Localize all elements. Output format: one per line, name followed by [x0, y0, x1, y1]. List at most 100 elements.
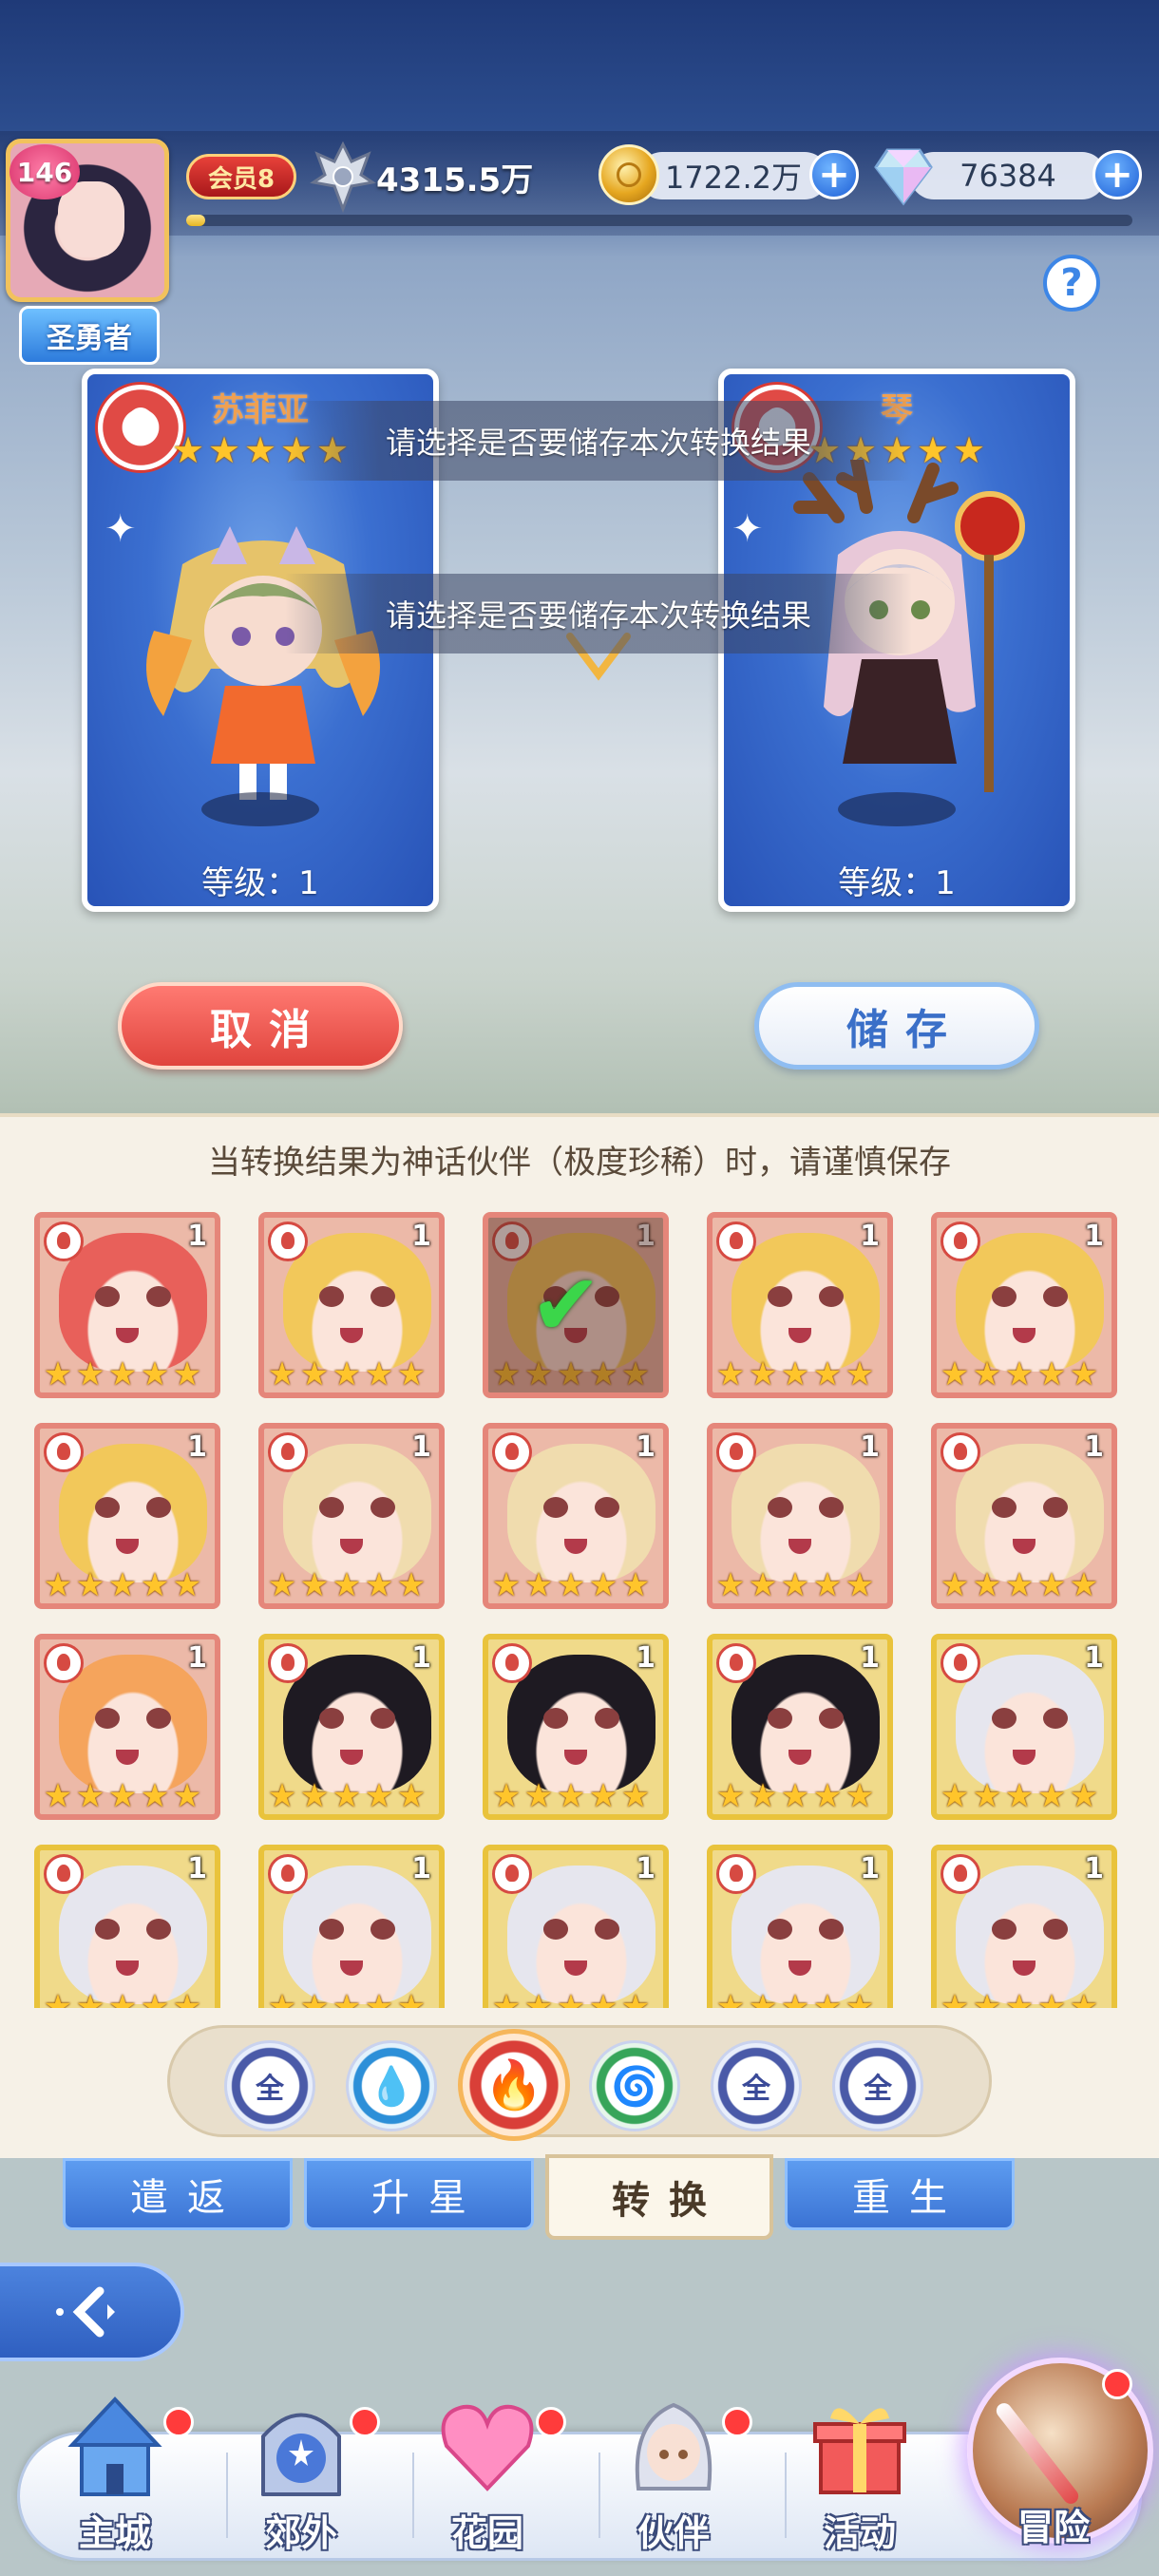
save-button[interactable]: 储存 [754, 982, 1039, 1070]
star-icon: ★ [748, 1566, 778, 1604]
partner-tile[interactable]: 1 ★ ★ ★ ★ ★ [34, 1423, 220, 1609]
partner-tile[interactable]: 1 ★ ★ ★ ★ ★ [34, 1634, 220, 1820]
partner-level: 1 [187, 1430, 207, 1464]
star-icon: ★ [75, 1355, 105, 1393]
partner-stars: ★ ★ ★ ★ ★ [714, 1991, 876, 2008]
vip-badge[interactable]: 会员8 [186, 154, 296, 199]
partner-level: 1 [860, 1641, 880, 1675]
fire-element-icon [44, 1222, 84, 1261]
partner-tile[interactable]: 1 ★ ★ ★ ★ ★ [931, 1212, 1117, 1398]
partner-grid[interactable]: 1 ★ ★ ★ ★ ★ 1 ★ ★ ★ ★ ★ 1 ★ ★ ★ ★ ★ ✔ 1 ★ ★ ★ ★ ★ 1 ★ ★ ★ ★ ★ 1 ★ ★ ★ ★ ★ 1 ★ ★… [19, 1212, 1140, 2008]
star-icon: ★ [107, 1988, 138, 2008]
partner-tile[interactable]: 1 ★ ★ ★ ★ ★ [258, 1212, 445, 1398]
filter-water-button[interactable]: 💧 [346, 2040, 437, 2131]
star-icon: ★ [556, 1355, 586, 1393]
star-icon: ★ [140, 1988, 170, 2008]
partner-portrait [507, 1866, 656, 2004]
nav-label: 郊外 [264, 2512, 337, 2554]
add-gold-button[interactable]: + [809, 150, 859, 199]
fire-element-icon [940, 1432, 980, 1472]
nav-suburbs[interactable]: 郊外 [230, 2394, 380, 2561]
star-icon: ★ [267, 1355, 297, 1393]
star-icon: ★ [171, 429, 205, 471]
star-icon: ★ [75, 1777, 105, 1815]
partner-portrait [732, 1655, 880, 1793]
star-icon: ★ [1004, 1988, 1035, 2008]
partner-tile[interactable]: 1 ★ ★ ★ ★ ★ [34, 1212, 220, 1398]
star-icon: ★ [715, 1777, 746, 1815]
player-level-badge: 146 [10, 144, 80, 199]
star-icon: ★ [243, 429, 277, 471]
nav-partners[interactable]: 伙伴 [602, 2394, 752, 2561]
nav-events[interactable]: 活动 [788, 2394, 931, 2561]
filter-all-button[interactable]: 全 [711, 2040, 802, 2131]
nav-garden[interactable]: 花园 [416, 2394, 566, 2561]
filter-all-button[interactable]: 全 [832, 2040, 923, 2131]
star-icon: ★ [267, 1566, 297, 1604]
star-icon: ★ [556, 1777, 586, 1815]
partner-tile[interactable]: 1 ★ ★ ★ ★ ★ [707, 1423, 893, 1609]
tab-star-up[interactable]: 升星 [304, 2158, 534, 2230]
help-button[interactable]: ? [1043, 255, 1100, 312]
partner-tile[interactable]: 1 ★ ★ ★ ★ ★ [931, 1634, 1117, 1820]
star-icon: ★ [140, 1355, 170, 1393]
star-icon: ★ [812, 1777, 843, 1815]
partner-level: 1 [1084, 1641, 1104, 1675]
star-icon: ★ [1004, 1566, 1035, 1604]
partner-tile[interactable]: 1 ★ ★ ★ ★ ★ [931, 1423, 1117, 1609]
star-icon: ★ [588, 1777, 618, 1815]
add-gems-button[interactable]: + [1092, 150, 1142, 199]
star-icon: ★ [748, 1355, 778, 1393]
star-icon: ★ [620, 1777, 651, 1815]
star-icon: ★ [523, 1355, 554, 1393]
partner-tile[interactable]: 1 ★ ★ ★ ★ ★ [258, 1423, 445, 1609]
filter-fire-button[interactable]: 🔥 [458, 2029, 570, 2141]
partner-tile[interactable]: 1 ★ ★ ★ ★ ★ [707, 1634, 893, 1820]
cancel-button[interactable]: 取消 [118, 982, 403, 1070]
partner-tile[interactable]: 1 ★ ★ ★ ★ ★ [483, 1845, 669, 2008]
partner-tile[interactable]: 1 ★ ★ ★ ★ ★ [34, 1845, 220, 2008]
partner-tile[interactable]: 1 ★ ★ ★ ★ ★ [258, 1634, 445, 1820]
partner-tile[interactable]: 1 ★ ★ ★ ★ ★ [258, 1845, 445, 2008]
partner-level: 1 [411, 1641, 431, 1675]
combat-power-value: 4315.5万 [376, 161, 534, 199]
partner-level: 1 [860, 1852, 880, 1885]
character-shadow [838, 792, 956, 826]
filter-wind-button[interactable]: 🌀 [589, 2040, 680, 2131]
partner-tile[interactable]: 1 ★ ★ ★ ★ ★ [931, 1845, 1117, 2008]
partner-portrait [59, 1655, 207, 1793]
star-icon: ★ [75, 1988, 105, 2008]
star-icon: ★ [588, 1566, 618, 1604]
partner-level: 1 [1084, 1852, 1104, 1885]
nav-label: 冒险 [1016, 2507, 1090, 2548]
tab-dismiss[interactable]: 遣返 [63, 2158, 293, 2230]
partner-level: 1 [1084, 1430, 1104, 1464]
star-icon: ★ [299, 1988, 330, 2008]
partner-stars: ★ ★ ★ ★ ★ [714, 1780, 876, 1812]
partner-stars: ★ ★ ★ ★ ★ [939, 1569, 1100, 1601]
filter-all-button[interactable]: 全 [224, 2040, 315, 2131]
fire-element-icon [44, 1854, 84, 1894]
partner-tile[interactable]: 1 ★ ★ ★ ★ ★ [483, 1634, 669, 1820]
partner-stars: ★ ★ ★ ★ ★ [490, 1358, 652, 1391]
diamond-gem-icon [874, 148, 933, 206]
partner-tile[interactable]: 1 ★ ★ ★ ★ ★ [707, 1212, 893, 1398]
partner-tile[interactable]: 1 ★ ★ ★ ★ ★ [707, 1845, 893, 2008]
star-icon: ★ [107, 1777, 138, 1815]
partner-tile[interactable]: 1 ★ ★ ★ ★ ★ ✔ [483, 1212, 669, 1398]
tab-rebirth[interactable]: 重生 [785, 2158, 1015, 2230]
star-icon: ★ [299, 1355, 330, 1393]
gift-icon [813, 2408, 906, 2494]
star-icon: ★ [780, 1355, 810, 1393]
star-icon: ★ [845, 1355, 875, 1393]
star-icon: ★ [364, 1777, 394, 1815]
partner-stars: ★ ★ ★ ★ ★ [714, 1358, 876, 1391]
star-icon: ★ [267, 1988, 297, 2008]
nav-main-city[interactable]: 主城 [44, 2394, 194, 2561]
star-icon: ★ [812, 1988, 843, 2008]
star-icon: ★ [1004, 1777, 1035, 1815]
tab-convert[interactable]: 转换 [545, 2154, 773, 2240]
side-menu-toggle[interactable] [0, 2263, 184, 2361]
star-icon: ★ [140, 1566, 170, 1604]
partner-tile[interactable]: 1 ★ ★ ★ ★ ★ [483, 1423, 669, 1609]
